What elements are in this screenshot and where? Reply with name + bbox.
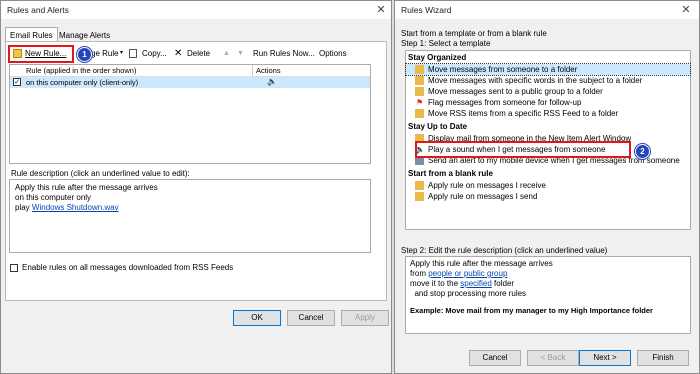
- desc-line-3: play Windows Shutdown.wav: [15, 203, 365, 213]
- window-title: Rules and Alerts: [7, 5, 69, 15]
- rule-name: on this computer only (client-only): [26, 78, 139, 87]
- step2-description-box: Apply this rule after the message arrive…: [405, 256, 691, 334]
- delete-button[interactable]: Delete: [187, 46, 210, 61]
- close-icon[interactable]: ✕: [373, 2, 389, 18]
- wizard-finish-button[interactable]: Finish: [637, 350, 689, 366]
- folder-move-icon: [415, 76, 424, 85]
- people-or-group-link[interactable]: people or public group: [428, 269, 507, 278]
- speaker-icon: 🔈: [267, 77, 277, 86]
- templates-list: Stay Organized Move messages from someon…: [405, 50, 691, 230]
- highlight-play-sound: [415, 141, 631, 158]
- step2-folder-text: folder: [491, 279, 515, 288]
- rules-list-header: Rule (applied in the order shown) Action…: [10, 65, 370, 77]
- template-label: Flag messages from someone for follow-up: [428, 98, 582, 107]
- desc-play-text: play: [15, 203, 30, 212]
- step-badge-1: 1: [77, 47, 92, 62]
- group-stay-up-to-date: Stay Up to Date: [408, 122, 468, 131]
- group-stay-organized: Stay Organized: [408, 53, 467, 62]
- options-button[interactable]: Options: [319, 46, 347, 61]
- step2-label: Step 2: Edit the rule description (click…: [401, 246, 608, 255]
- rss-checkbox[interactable]: [10, 264, 18, 272]
- wizard-close-icon[interactable]: ✕: [678, 2, 694, 18]
- step2-line-4: and stop processing more rules: [410, 289, 527, 298]
- step2-line-1: Apply this rule after the message arrive…: [410, 259, 553, 268]
- step1-label: Step 1: Select a template: [401, 39, 491, 48]
- desc-line-2: on this computer only: [15, 193, 92, 202]
- cancel-button[interactable]: Cancel: [287, 310, 335, 326]
- highlight-new-rule: [8, 45, 74, 63]
- rule-row[interactable]: ✓ on this computer only (client-only) 🔈: [10, 77, 370, 88]
- rules-list: Rule (applied in the order shown) Action…: [9, 64, 371, 164]
- template-label: Move messages with specific words in the…: [428, 76, 643, 85]
- wizard-back-button[interactable]: < Back: [527, 350, 579, 366]
- copy-icon: [129, 49, 137, 58]
- step2-line-2: from people or public group: [410, 269, 686, 279]
- folder-move-icon: [415, 87, 424, 96]
- column-divider: [252, 65, 253, 76]
- move-down-icon[interactable]: ▼: [237, 46, 244, 61]
- rule-description-box: Apply this rule after the message arrive…: [9, 179, 371, 253]
- column-header-rule[interactable]: Rule (applied in the order shown): [26, 66, 136, 75]
- template-item-move-public-group[interactable]: Move messages sent to a public group to …: [406, 86, 690, 97]
- change-rule-button[interactable]: ge Rule: [91, 46, 119, 61]
- template-label: Apply rule on messages I send: [428, 192, 538, 201]
- rule-description-label: Rule description (click an underlined va…: [11, 169, 190, 178]
- template-label: Move messages sent to a public group to …: [428, 87, 603, 96]
- step-badge-2: 2: [635, 144, 650, 159]
- rule-checkbox[interactable]: ✓: [13, 78, 21, 86]
- template-item-flag-followup[interactable]: ⚑ Flag messages from someone for follow-…: [406, 97, 690, 108]
- ok-button[interactable]: OK: [233, 310, 281, 326]
- step2-move-text: move it to the: [410, 279, 461, 288]
- folder-move-icon: [415, 109, 424, 118]
- wizard-title: Rules Wizard: [401, 5, 452, 15]
- flag-icon: ⚑: [416, 98, 424, 107]
- template-item-apply-send[interactable]: Apply rule on messages I send: [406, 191, 690, 202]
- template-item-move-from-someone[interactable]: Move messages from someone to a folder: [405, 63, 691, 76]
- template-item-apply-receive[interactable]: Apply rule on messages I receive: [406, 180, 690, 191]
- group-blank-rule: Start from a blank rule: [408, 169, 493, 178]
- template-item-move-rss[interactable]: Move RSS items from a specific RSS Feed …: [406, 108, 690, 119]
- envelope-icon: [415, 192, 424, 201]
- wizard-intro: Start from a template or from a blank ru…: [401, 29, 547, 38]
- copy-button[interactable]: Copy...: [142, 46, 167, 61]
- apply-button[interactable]: Apply: [341, 310, 389, 326]
- step2-line-3: move it to the specified folder: [410, 279, 686, 289]
- desc-line-1: Apply this rule after the message arrive…: [15, 183, 158, 192]
- rules-wizard-window: Rules Wizard ✕ Start from a template or …: [394, 0, 700, 374]
- column-header-actions[interactable]: Actions: [256, 66, 281, 75]
- rss-checkbox-label[interactable]: Enable rules on all messages downloaded …: [22, 263, 233, 272]
- wizard-cancel-button[interactable]: Cancel: [469, 350, 521, 366]
- tab-email-rules[interactable]: Email Rules: [5, 27, 58, 42]
- specified-folder-link[interactable]: specified: [460, 279, 492, 288]
- chevron-down-icon[interactable]: ▾: [120, 46, 123, 61]
- folder-move-icon: [415, 65, 424, 74]
- delete-icon: ✕: [174, 48, 183, 59]
- run-rules-button[interactable]: Run Rules Now...: [253, 46, 315, 61]
- wizard-titlebar: Rules Wizard: [395, 1, 699, 19]
- sound-file-link[interactable]: Windows Shutdown.wav: [32, 203, 119, 212]
- rules-and-alerts-window: Rules and Alerts ✕ Email Rules Manage Al…: [0, 0, 392, 374]
- template-label: Move RSS items from a specific RSS Feed …: [428, 109, 619, 118]
- window-titlebar: Rules and Alerts: [1, 1, 391, 19]
- wizard-next-button[interactable]: Next >: [579, 350, 631, 366]
- template-label: Apply rule on messages I receive: [428, 181, 546, 190]
- step2-example: Example: Move mail from my manager to my…: [410, 306, 653, 315]
- template-label: Move messages from someone to a folder: [428, 65, 578, 74]
- envelope-icon: [415, 181, 424, 190]
- move-up-icon[interactable]: ▲: [223, 46, 230, 61]
- step2-from-text: from: [410, 269, 429, 278]
- template-item-move-specific-words[interactable]: Move messages with specific words in the…: [406, 75, 690, 86]
